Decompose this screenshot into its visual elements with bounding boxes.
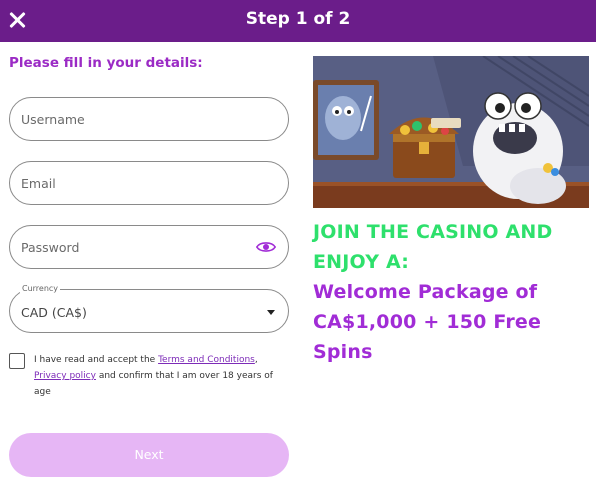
username-field[interactable] (9, 97, 289, 141)
page-title: Step 1 of 2 (245, 9, 351, 29)
chevron-down-icon[interactable] (267, 310, 275, 315)
terms-prefix: I have read and accept the (34, 355, 159, 365)
header-bar: Step 1 of 2 (0, 0, 596, 42)
promo-headline: JOIN THE CASINO AND ENJOY A: (313, 221, 553, 273)
terms-link[interactable]: Terms and Conditions (158, 355, 255, 365)
password-field[interactable] (9, 225, 289, 269)
form-heading: Please fill in your details: (9, 55, 203, 71)
next-button[interactable]: Next (9, 433, 289, 477)
email-input[interactable] (21, 172, 241, 194)
promo-offer: Welcome Package of CA$1,000 + 150 Free S… (313, 281, 542, 363)
promo-text: JOIN THE CASINO AND ENJOY A: Welcome Pac… (313, 217, 593, 367)
hero-illustration (313, 56, 589, 208)
privacy-link[interactable]: Privacy policy (34, 371, 96, 381)
terms-checkbox[interactable] (9, 353, 25, 369)
currency-select[interactable]: Currency CAD (CA$) (9, 284, 289, 333)
terms-comma: , (254, 355, 258, 365)
eye-icon[interactable] (256, 239, 276, 255)
username-input[interactable] (21, 108, 241, 130)
email-field[interactable] (9, 161, 289, 205)
terms-text: I have read and accept the Terms and Con… (34, 352, 279, 400)
password-input[interactable] (21, 236, 241, 258)
currency-value: CAD (CA$) (21, 305, 87, 320)
currency-label: Currency (20, 284, 61, 293)
